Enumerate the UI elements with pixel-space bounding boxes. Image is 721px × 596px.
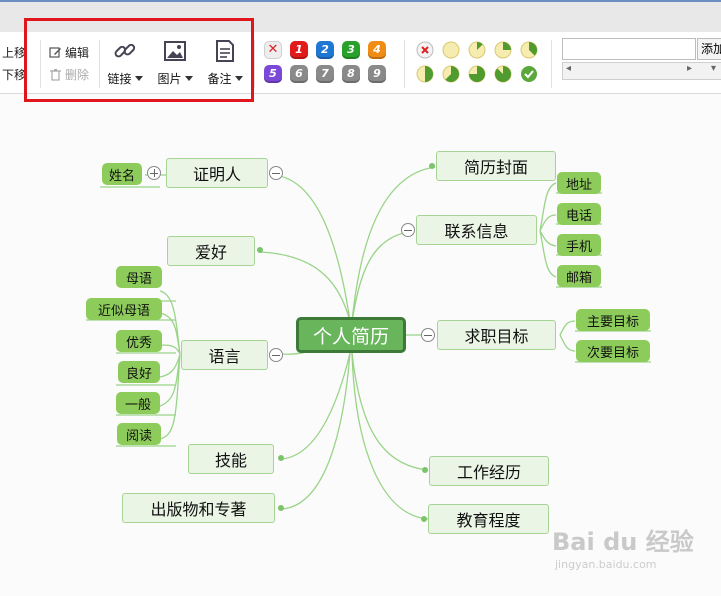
node-good[interactable]: 良好 [118,361,160,383]
node-proof[interactable]: 证明人 [166,158,268,188]
node-excellent[interactable]: 优秀 [116,330,162,352]
chevron-right-icon[interactable]: ▸ [687,63,692,74]
node-reading[interactable]: 阅读 [117,423,161,445]
watermark-url: jingyan.baidu.com [555,558,657,571]
node-language[interactable]: 语言 [181,340,268,370]
separator [551,40,552,88]
connector-line [351,352,429,471]
mindmap-canvas[interactable]: 个人简历 证明人 姓名 爱好 语言 母语 近似母语 优秀 良好 一般 阅读 技能… [0,95,721,596]
connector-line [539,182,557,278]
move-up-button[interactable]: 上移 [2,44,26,61]
node-near-native[interactable]: 近似母语 [86,298,162,320]
chevron-left-icon[interactable]: ◂ [566,63,571,74]
mindmap-editor: 上移 下移 编辑 删除 链接 图片 备注 ✕ 123456789 添加 ◂ ▸ … [0,0,721,596]
progress-done-icon[interactable] [520,65,538,83]
connector-line [281,352,351,510]
connector-line [259,251,351,322]
connector-line [351,352,429,520]
root-node[interactable]: 个人简历 [296,317,406,353]
horizontal-scrollbar[interactable]: ◂ ▸ ▾ [562,62,721,80]
priority-6-button[interactable]: 6 [290,65,308,83]
highlight-box [24,18,254,102]
priority-3-button[interactable]: 3 [342,41,360,59]
search-input[interactable] [562,38,696,60]
priority-2-button[interactable]: 2 [316,41,334,59]
connector-line [269,174,351,322]
node-mother-tongue[interactable]: 母语 [116,266,162,288]
progress-4-icon[interactable] [416,65,434,83]
node-education[interactable]: 教育程度 [428,504,549,534]
progress-2-icon[interactable] [494,41,512,59]
node-skills[interactable]: 技能 [188,444,274,474]
connector-line [559,320,576,352]
node-address[interactable]: 地址 [557,172,601,194]
node-main-goal[interactable]: 主要目标 [576,309,650,331]
node-phone[interactable]: 电话 [557,203,601,225]
node-cover[interactable]: 简历封面 [436,151,556,181]
progress-5-icon[interactable] [442,65,460,83]
progress-6-icon[interactable] [468,65,486,83]
connector-dot [257,247,263,253]
node-average[interactable]: 一般 [116,392,160,414]
connector-line [159,290,181,440]
add-button[interactable]: 添加 [697,38,721,60]
node-secondary-goal[interactable]: 次要目标 [576,340,650,362]
priority-9-button[interactable]: 9 [368,65,386,83]
progress-clear-icon[interactable] [416,41,434,59]
priority-8-button[interactable]: 8 [342,65,360,83]
node-work[interactable]: 工作经历 [429,456,549,486]
progress-0-icon[interactable] [442,41,460,59]
connector-line [281,352,351,460]
progress-3-icon[interactable] [520,41,538,59]
node-name[interactable]: 姓名 [102,163,142,185]
priority-4-button[interactable]: 4 [368,41,386,59]
connector-dot [278,505,284,511]
connector-dot [429,163,435,169]
connector-dot [422,467,428,473]
collapse-toggle-icon[interactable] [269,166,283,180]
chevron-down-icon[interactable]: ▾ [711,63,716,74]
node-mobile[interactable]: 手机 [557,234,601,256]
node-email[interactable]: 邮箱 [557,265,601,287]
progress-7-icon[interactable] [494,65,512,83]
separator [254,40,255,88]
priority-1-button[interactable]: 1 [290,41,308,59]
collapse-toggle-icon[interactable] [401,223,415,237]
connector-dot [421,516,427,522]
priority-clear-button[interactable]: ✕ [264,41,282,59]
priority-5-button[interactable]: 5 [264,65,282,83]
node-publications[interactable]: 出版物和专著 [122,493,275,523]
node-objective[interactable]: 求职目标 [437,320,556,350]
progress-1-icon[interactable] [468,41,486,59]
watermark-logo: Bai du 经验 [552,528,694,556]
connector-dot [278,455,284,461]
collapse-toggle-icon[interactable] [269,348,283,362]
node-contact[interactable]: 联系信息 [416,215,537,245]
connector-line [351,230,416,322]
node-hobby[interactable]: 爱好 [167,236,255,266]
expand-toggle-icon[interactable] [147,166,161,180]
priority-7-button[interactable]: 7 [316,65,334,83]
separator [404,40,405,88]
collapse-toggle-icon[interactable] [421,328,435,342]
move-down-button[interactable]: 下移 [2,66,26,83]
